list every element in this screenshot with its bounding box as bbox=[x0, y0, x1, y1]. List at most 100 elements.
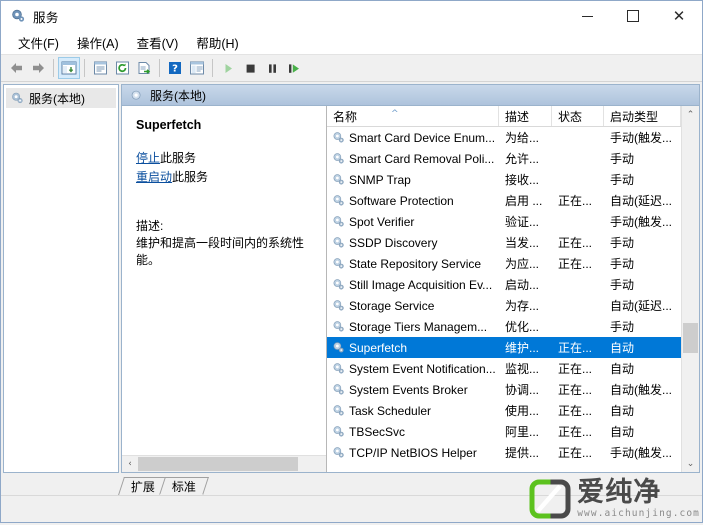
cell-status: 正在... bbox=[558, 446, 593, 460]
column-header-name[interactable]: 名称 ^ bbox=[327, 106, 499, 126]
cell-service-name: TCP/IP NetBIOS Helper bbox=[327, 446, 499, 460]
cell-status: 正在... bbox=[558, 362, 593, 376]
service-gear-icon bbox=[333, 174, 344, 185]
hscroll-track[interactable] bbox=[138, 456, 326, 472]
scroll-down-arrow[interactable]: ⌄ bbox=[682, 455, 699, 472]
restart-service-suffix: 此服务 bbox=[172, 170, 209, 184]
menu-view[interactable]: 查看(V) bbox=[128, 31, 188, 54]
table-row[interactable]: Smart Card Removal Poli... 允许... 手动 bbox=[327, 148, 681, 169]
cell-description: 启用 ... bbox=[505, 194, 543, 208]
results-pane-body: Superfetch 停止此服务 重启动此服务 描述: 维护和提高一段时间内的系… bbox=[122, 106, 699, 472]
service-name-label: Superfetch bbox=[349, 340, 408, 355]
service-name-label: Task Scheduler bbox=[349, 403, 432, 418]
table-row[interactable]: Software Protection 启用 ... 正在... 自动(延迟... bbox=[327, 190, 681, 211]
help-icon[interactable]: ? bbox=[164, 57, 186, 79]
cell-startup-type: 手动(触发... bbox=[610, 215, 672, 229]
cell-service-name: Smart Card Device Enum... bbox=[327, 131, 499, 145]
cell-description: 优化... bbox=[505, 320, 540, 334]
close-button[interactable]: ✕ bbox=[656, 1, 702, 31]
column-header-description[interactable]: 描述 bbox=[499, 106, 552, 126]
table-row[interactable]: Smart Card Device Enum... 为给... 手动(触发... bbox=[327, 127, 681, 148]
tab-extended-label: 扩展 bbox=[130, 480, 155, 494]
service-gear-icon bbox=[333, 195, 344, 206]
menu-action[interactable]: 操作(A) bbox=[68, 31, 128, 54]
table-row[interactable]: TCP/IP NetBIOS Helper 提供... 正在... 手动(触发... bbox=[327, 442, 681, 463]
table-row[interactable]: TBSecSvc 阿里... 正在... 自动 bbox=[327, 421, 681, 442]
cell-description: 协调... bbox=[505, 383, 540, 397]
cell-service-name: Spot Verifier bbox=[327, 215, 499, 229]
export-list-icon[interactable] bbox=[133, 57, 155, 79]
list-rows-container[interactable]: Smart Card Device Enum... 为给... 手动(触发... Sm… bbox=[327, 127, 681, 472]
toolbar-separator bbox=[53, 59, 54, 77]
toolbar: ? bbox=[1, 54, 702, 82]
back-icon[interactable] bbox=[5, 57, 27, 79]
aichunjing-logo-icon bbox=[529, 479, 571, 519]
cell-startup-type: 手动 bbox=[610, 320, 635, 334]
minimize-button[interactable] bbox=[564, 1, 610, 31]
list-view-icon[interactable] bbox=[186, 57, 208, 79]
show-hide-tree-icon[interactable] bbox=[58, 57, 80, 79]
scroll-up-arrow[interactable]: ⌃ bbox=[682, 106, 699, 123]
stop-service-link[interactable]: 停止 bbox=[136, 151, 160, 165]
table-row[interactable]: Still Image Acquisition Ev... 启动... 手动 bbox=[327, 274, 681, 295]
toolbar-separator bbox=[212, 59, 213, 77]
service-gear-icon bbox=[333, 279, 344, 290]
cell-startup-type: 自动 bbox=[610, 404, 635, 418]
window-title: 服务 bbox=[33, 10, 59, 25]
tree-node-services-local[interactable]: 服务(本地) bbox=[6, 88, 116, 108]
cell-status: 正在... bbox=[558, 383, 593, 397]
restart-service-line: 重启动此服务 bbox=[136, 169, 316, 185]
horizontal-scrollbar[interactable]: ‹ bbox=[122, 455, 326, 472]
hscroll-thumb[interactable] bbox=[138, 457, 298, 471]
service-gear-icon bbox=[333, 447, 344, 458]
service-gear-icon bbox=[333, 258, 344, 269]
cell-description: 监视... bbox=[505, 362, 540, 376]
description-label: 描述: bbox=[136, 219, 164, 233]
menu-help[interactable]: 帮助(H) bbox=[187, 31, 247, 54]
table-row[interactable]: State Repository Service 为应... 正在... 手动 bbox=[327, 253, 681, 274]
restart-service-link[interactable]: 重启动 bbox=[136, 170, 172, 184]
vertical-scrollbar[interactable]: ⌃ ⌄ bbox=[681, 106, 699, 472]
service-name-label: Software Protection bbox=[349, 193, 454, 208]
table-row[interactable]: Spot Verifier 验证... 手动(触发... bbox=[327, 211, 681, 232]
list-header-row: 名称 ^ 描述 状态 启动类型 bbox=[327, 106, 681, 127]
column-header-startup-type[interactable]: 启动类型 bbox=[604, 106, 681, 126]
service-name-label: Spot Verifier bbox=[349, 214, 415, 229]
svg-text:?: ? bbox=[172, 64, 178, 75]
table-row[interactable]: Storage Tiers Managem... 优化... 手动 bbox=[327, 316, 681, 337]
table-row[interactable]: SSDP Discovery 当发... 正在... 手动 bbox=[327, 232, 681, 253]
forward-icon[interactable] bbox=[27, 57, 49, 79]
table-row[interactable]: Superfetch 维护... 正在... 自动 bbox=[327, 337, 681, 358]
table-row[interactable]: Storage Service 为存... 自动(延迟... bbox=[327, 295, 681, 316]
cell-status: 正在... bbox=[558, 341, 593, 355]
vscroll-track[interactable] bbox=[682, 123, 699, 455]
console-tree-pane: 服务(本地) bbox=[3, 84, 119, 473]
menu-file[interactable]: 文件(F) bbox=[9, 31, 68, 54]
cell-description: 启动... bbox=[505, 278, 540, 292]
tab-standard-label: 标准 bbox=[172, 479, 197, 494]
tab-standard[interactable]: 标准 bbox=[159, 477, 209, 495]
properties-icon[interactable] bbox=[89, 57, 111, 79]
service-name-label: Smart Card Removal Poli... bbox=[349, 151, 495, 166]
column-header-status[interactable]: 状态 bbox=[552, 106, 604, 126]
service-gear-icon bbox=[333, 342, 344, 353]
stop-service-icon[interactable] bbox=[239, 57, 261, 79]
restart-service-icon[interactable] bbox=[283, 57, 305, 79]
cell-description: 验证... bbox=[505, 215, 540, 229]
maximize-button[interactable] bbox=[610, 1, 656, 31]
refresh-icon[interactable] bbox=[111, 57, 133, 79]
table-row[interactable]: SNMP Trap 接收... 手动 bbox=[327, 169, 681, 190]
table-row[interactable]: Task Scheduler 使用... 正在... 自动 bbox=[327, 400, 681, 421]
table-row[interactable]: System Event Notification... 监视... 正在... 自动 bbox=[327, 358, 681, 379]
cell-description: 使用... bbox=[505, 404, 540, 418]
table-row[interactable]: System Events Broker 协调... 正在... 自动(触发... bbox=[327, 379, 681, 400]
pause-service-icon[interactable] bbox=[261, 57, 283, 79]
service-name-label: State Repository Service bbox=[349, 256, 482, 271]
start-service-icon[interactable] bbox=[217, 57, 239, 79]
service-detail-title: Superfetch bbox=[136, 118, 202, 132]
scroll-left-arrow[interactable]: ‹ bbox=[122, 456, 138, 472]
service-gear-icon bbox=[333, 300, 344, 311]
tree-node-label: 服务(本地) bbox=[29, 91, 85, 106]
service-name-label: System Events Broker bbox=[349, 382, 468, 397]
vscroll-thumb[interactable] bbox=[683, 323, 698, 353]
